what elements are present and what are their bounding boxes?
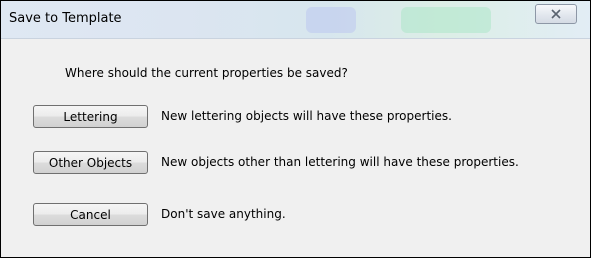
other-objects-button[interactable]: Other Objects	[33, 151, 148, 174]
other-objects-description: New objects other than lettering will ha…	[161, 155, 519, 169]
close-button[interactable]	[535, 4, 577, 24]
window-title: Save to Template	[9, 11, 122, 26]
lettering-description: New lettering objects will have these pr…	[161, 109, 452, 123]
cancel-button[interactable]: Cancel	[33, 203, 148, 226]
title-bar[interactable]: Save to Template	[1, 1, 590, 39]
lettering-button[interactable]: Lettering	[33, 105, 148, 128]
close-icon	[551, 9, 561, 19]
title-bar-glass-highlight	[401, 7, 491, 33]
dialog-body: Where should the current properties be s…	[6, 39, 585, 252]
save-to-template-dialog: Save to Template Where should the curren…	[0, 0, 591, 258]
title-bar-glass-highlight	[306, 7, 356, 33]
cancel-description: Don't save anything.	[161, 207, 286, 221]
dialog-question: Where should the current properties be s…	[65, 66, 348, 80]
